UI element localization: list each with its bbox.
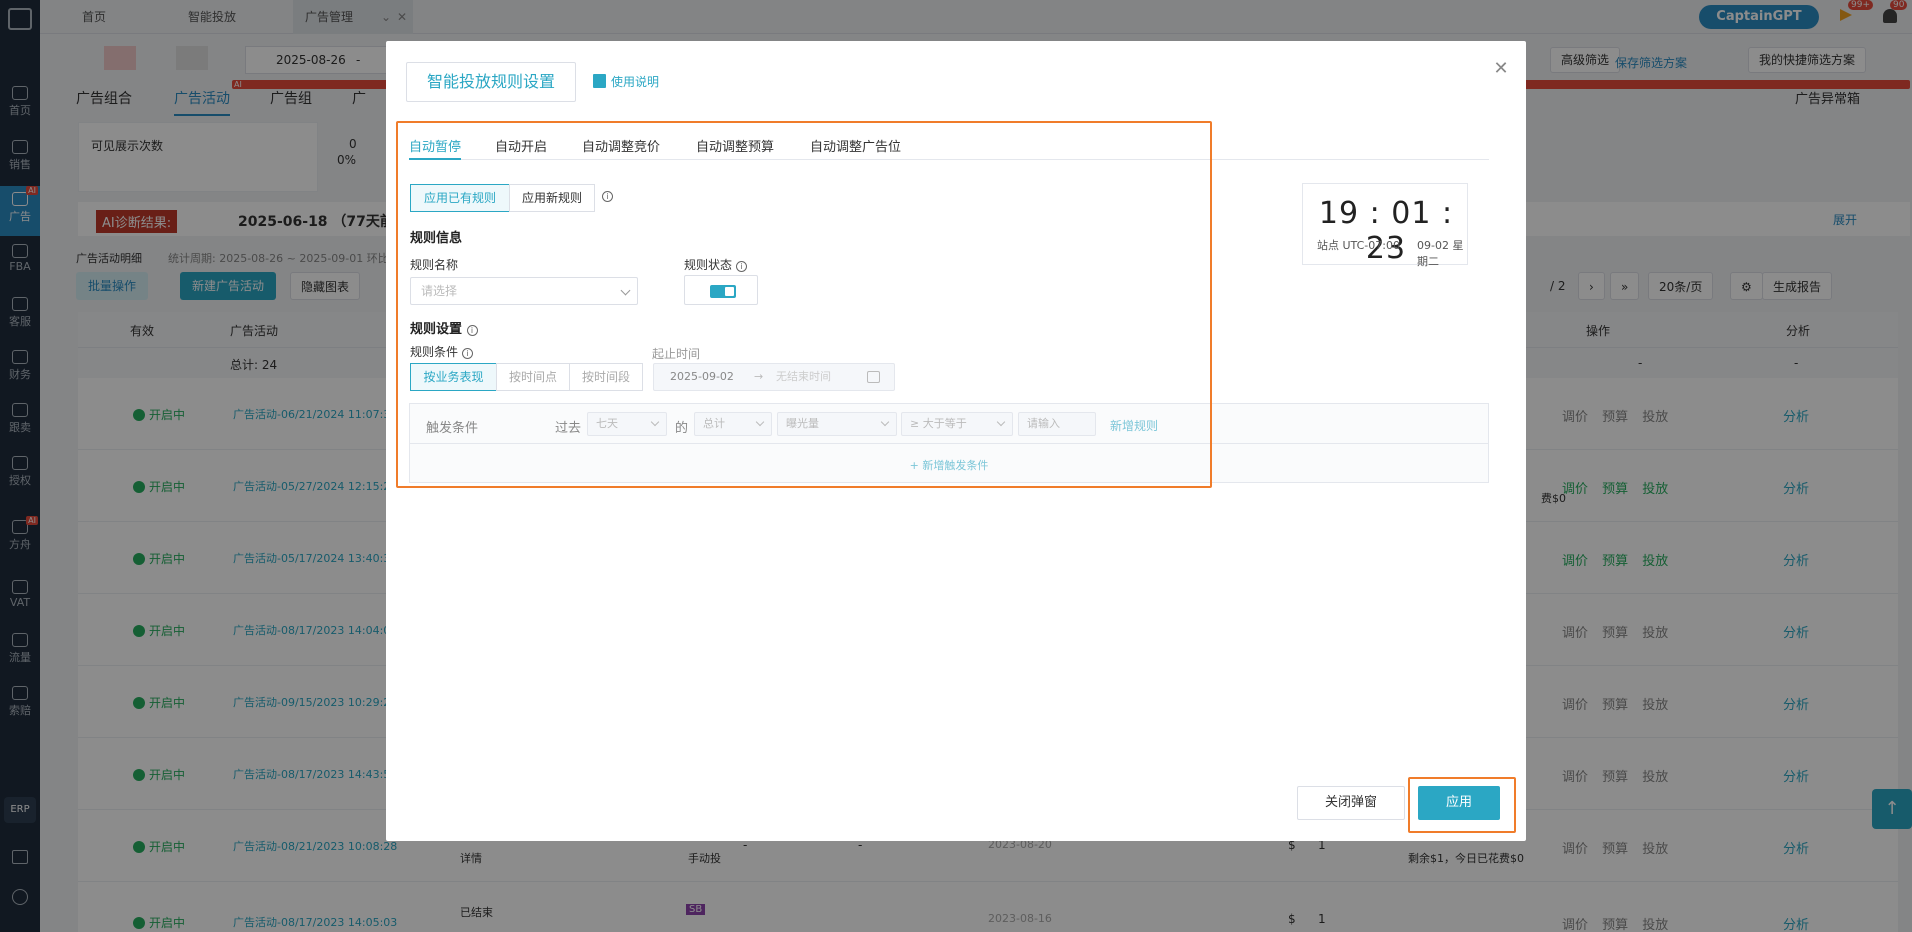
highlight-frame-apply [1408, 777, 1516, 833]
close-icon[interactable]: ✕ [1490, 58, 1512, 80]
close-modal-button[interactable]: 关闭弹窗 [1297, 786, 1405, 820]
site-clock: 19 : 01 : 23 站点 UTC-07:00 09-02 星期二 [1302, 183, 1468, 268]
highlight-frame-rules [396, 121, 1212, 488]
clock-site: 站点 UTC-07:00 [1317, 239, 1400, 252]
modal-title: 智能投放规则设置 [406, 62, 576, 102]
usage-guide-link[interactable]: 使用说明 [593, 73, 659, 90]
clock-date: 09-02 星期二 [1417, 239, 1464, 268]
book-icon [593, 74, 606, 88]
